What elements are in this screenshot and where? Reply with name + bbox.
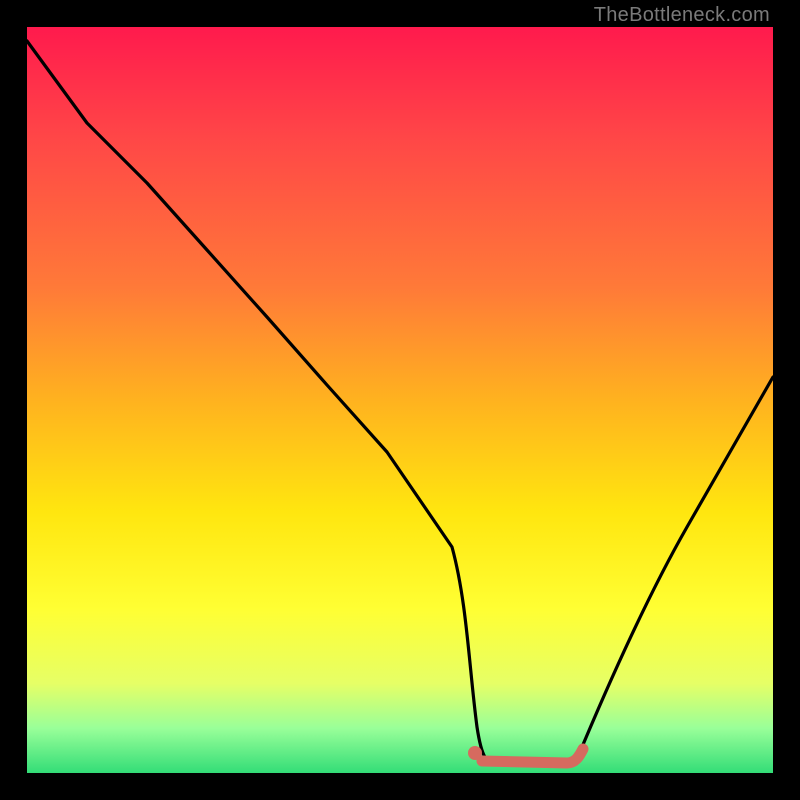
curve-path bbox=[27, 41, 773, 765]
plot-area bbox=[27, 27, 773, 773]
optimal-band bbox=[482, 749, 583, 763]
attribution-text: TheBottleneck.com bbox=[594, 4, 770, 27]
curve-marker-dot bbox=[468, 746, 482, 760]
bottleneck-curve bbox=[27, 27, 773, 773]
chart-frame: TheBottleneck.com bbox=[0, 0, 800, 800]
